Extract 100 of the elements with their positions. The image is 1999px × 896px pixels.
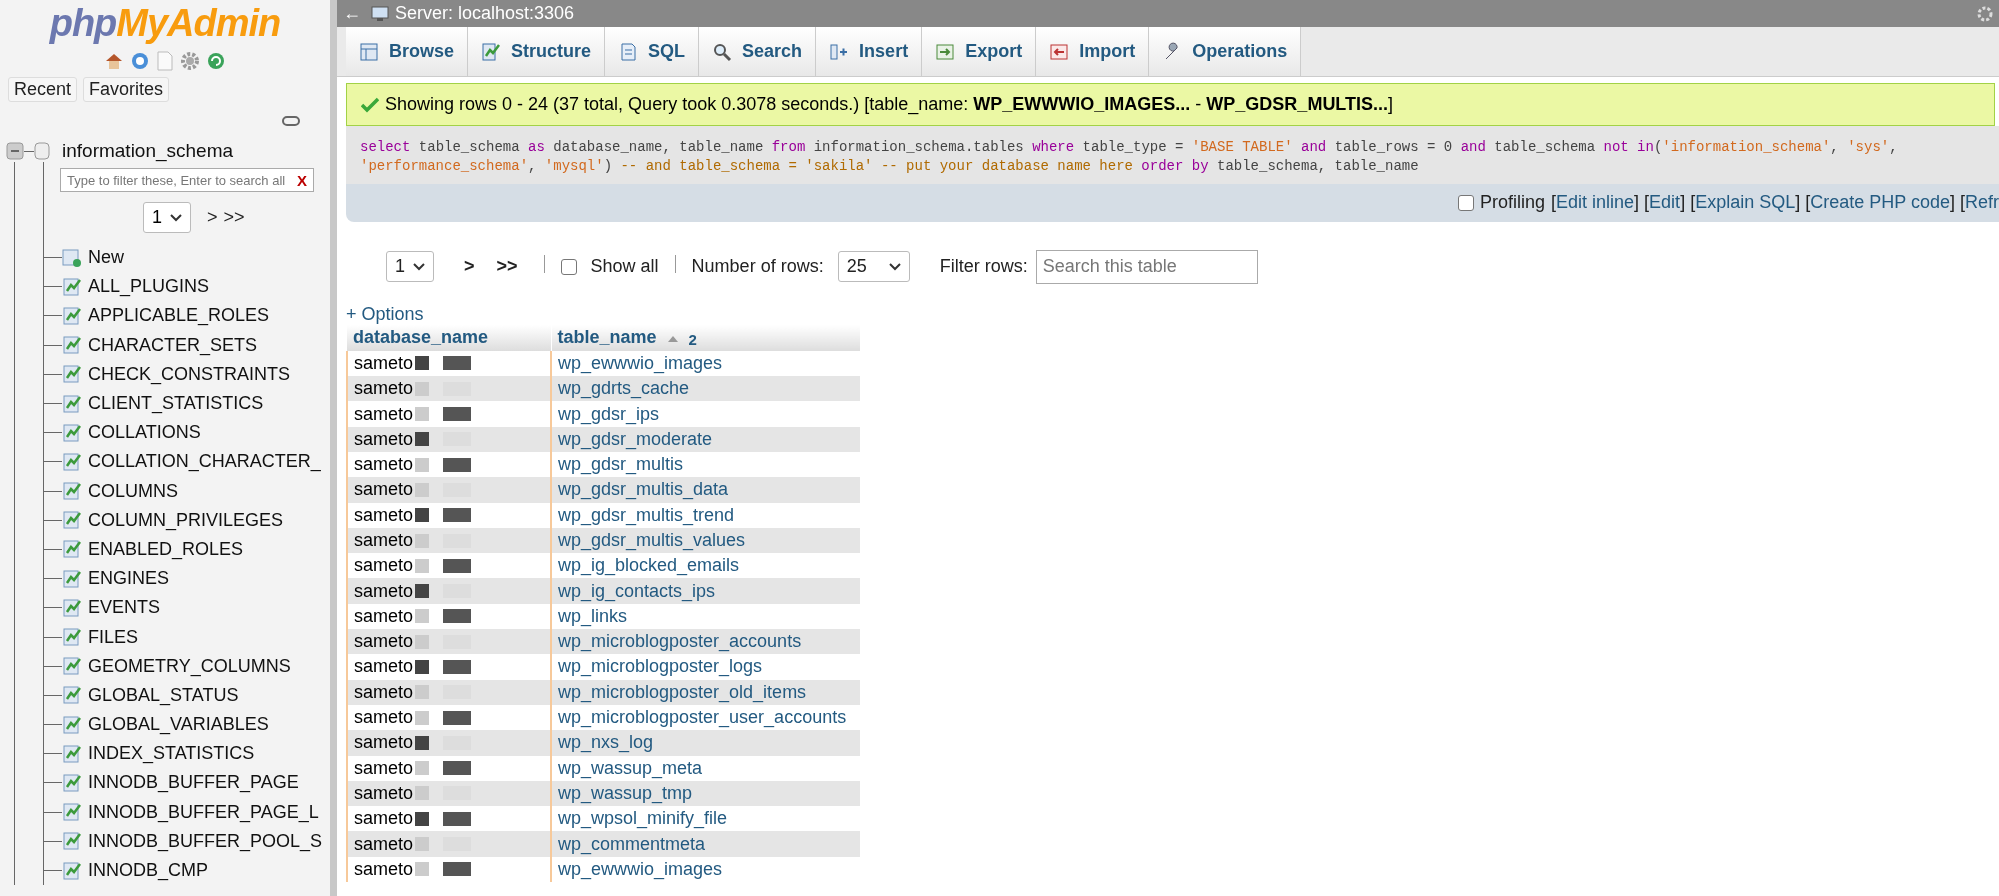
filter-field[interactable]: Type to filter these, Enter to search all X <box>60 168 314 192</box>
tab[interactable]: Insert <box>816 27 923 76</box>
tab[interactable]: SQL <box>605 27 700 76</box>
profiling-checkbox[interactable] <box>1458 194 1474 211</box>
table-link[interactable]: wp_gdrts_cache <box>551 376 860 402</box>
checkmark-icon <box>361 96 379 113</box>
action-link[interactable]: Create PHP code <box>1810 192 1950 214</box>
table-link[interactable]: CLIENT_STATISTICS <box>88 393 264 415</box>
table-link[interactable]: GLOBAL_STATUS <box>88 684 239 706</box>
table-link[interactable]: wp_microblogposter_accounts <box>551 629 860 655</box>
action-link[interactable]: Explain SQL <box>1695 192 1796 214</box>
table-link[interactable]: INNODB_CMP <box>88 860 208 882</box>
table-link[interactable]: wp_wassup_meta <box>551 755 860 781</box>
action-link[interactable]: Refr <box>1965 192 1999 214</box>
reload-icon[interactable] <box>206 51 226 71</box>
table-link[interactable]: wp_gdsr_multis_trend <box>551 502 860 528</box>
column-header[interactable]: database_name <box>347 324 551 351</box>
back-button[interactable]: ← <box>343 3 361 24</box>
bracket-text: ] [ <box>1680 192 1696 214</box>
help-icon[interactable] <box>130 51 150 71</box>
settings-icon[interactable] <box>180 51 200 71</box>
table-link[interactable]: wp_gdsr_multis_data <box>551 477 860 503</box>
tab[interactable]: Import <box>1036 27 1150 76</box>
table-link[interactable]: wp_ig_contacts_ips <box>551 578 860 604</box>
pixelated-redaction <box>415 482 472 497</box>
table-link[interactable]: wp_gdsr_moderate <box>551 426 860 452</box>
table-link[interactable]: APPLICABLE_ROLES <box>88 305 270 327</box>
tab[interactable]: Structure <box>468 27 606 76</box>
table-link[interactable]: EVENTS <box>88 597 161 619</box>
next-page-link[interactable]: > <box>207 207 218 228</box>
table-cell: sameto <box>354 428 414 450</box>
table-link[interactable]: ENGINES <box>88 568 170 590</box>
table-icon <box>62 276 82 297</box>
tab[interactable]: Operations <box>1149 27 1302 76</box>
table-link[interactable]: GEOMETRY_COLUMNS <box>88 655 291 677</box>
table-link[interactable]: INNODB_BUFFER_PAGE <box>88 772 299 794</box>
profiling-label[interactable]: Profiling <box>1480 192 1545 214</box>
bracket-text: [ <box>1551 192 1557 214</box>
sql-query: select table_schema as database_name, table_name from information_schema.tables where table_type = 'BASE TABLE' and table_rows = 0 and table_schema not in('information_schema', 'sys', 'performance_schema', 'mysql') -- and table_schema = 'sakila' -- put your database name here order by table_schema, table_name <box>346 126 1999 184</box>
table-link[interactable]: COLLATION_CHARACTER_ <box>88 451 321 473</box>
database-icon <box>34 141 50 161</box>
rows-select[interactable]: 25 <box>837 251 910 283</box>
table-link[interactable]: INNODB_BUFFER_PAGE_L <box>88 801 319 823</box>
sidebar-tab-button[interactable]: Recent <box>8 77 78 102</box>
table-link[interactable]: wp_gdsr_multis_values <box>551 527 860 554</box>
table-link[interactable]: wp_links <box>551 603 860 630</box>
server-title[interactable]: Server: localhost:3306 <box>395 3 575 24</box>
table-link[interactable]: ENABLED_ROLES <box>88 538 244 560</box>
page-select[interactable]: 1 <box>386 251 434 283</box>
last-page-link[interactable]: >> <box>223 207 245 228</box>
last-page-link[interactable]: >> <box>496 256 518 278</box>
table-cell: sameto <box>354 833 414 855</box>
table-link[interactable]: New <box>88 247 124 269</box>
page-select[interactable]: 1 <box>143 202 191 233</box>
table-link[interactable]: CHARACTER_SETS <box>88 334 258 356</box>
table-link[interactable]: COLUMNS <box>88 480 178 502</box>
table-link[interactable]: wp_wassup_tmp <box>551 780 860 807</box>
show-all-checkbox[interactable] <box>560 258 577 275</box>
chevron-down-icon <box>170 213 182 222</box>
table-link[interactable]: CHECK_CONSTRAINTS <box>88 363 291 385</box>
table-cell: sameto <box>354 808 414 830</box>
database-name[interactable]: information_schema <box>62 140 234 162</box>
table-link[interactable]: GLOBAL_VARIABLES <box>88 714 269 736</box>
collapse-icon[interactable] <box>6 142 24 160</box>
pixelated-redaction <box>415 407 472 421</box>
table-link[interactable]: wp_microblogposter_old_items <box>551 679 860 705</box>
tab[interactable]: Browse <box>346 27 469 76</box>
table-link[interactable]: COLLATIONS <box>88 422 201 444</box>
table-icon <box>62 305 82 326</box>
table-link[interactable]: wp_microblogposter_user_accounts <box>551 704 860 731</box>
table-link[interactable]: INDEX_STATISTICS <box>88 743 255 765</box>
table-link[interactable]: wp_microblogposter_logs <box>551 654 860 680</box>
export-icon <box>935 41 956 62</box>
table-link[interactable]: INNODB_BUFFER_POOL_S <box>88 830 323 852</box>
link-icon[interactable] <box>282 116 300 126</box>
show-all-label[interactable]: Show all <box>590 256 659 278</box>
table-icon <box>62 802 82 823</box>
table-link[interactable]: COLUMN_PRIVILEGES <box>88 509 284 531</box>
table-link[interactable]: wp_ewwwio_images <box>551 856 860 882</box>
pixelated-redaction <box>415 710 472 725</box>
table-link[interactable]: FILES <box>88 626 139 648</box>
next-page-link[interactable]: > <box>464 256 475 278</box>
table-link[interactable]: wp_ig_blocked_emails <box>551 553 860 579</box>
table-link[interactable]: wp_commentmeta <box>551 831 860 857</box>
table-link[interactable]: wp_gdsr_ips <box>551 401 860 427</box>
tab[interactable]: Search <box>699 27 817 76</box>
tab[interactable]: Export <box>922 27 1037 76</box>
table-link[interactable]: wp_ewwwio_images <box>551 350 860 377</box>
table-icon <box>62 627 82 648</box>
table-link[interactable]: wp_nxs_log <box>551 730 860 756</box>
table-link[interactable]: ALL_PLUGINS <box>88 276 210 298</box>
action-link[interactable]: Edit inline <box>1556 192 1635 214</box>
table-cell: sameto <box>354 732 414 754</box>
options-link[interactable]: + Options <box>346 303 424 324</box>
action-link[interactable]: Edit <box>1649 192 1681 214</box>
table-link[interactable]: wp_gdsr_multis <box>551 451 860 478</box>
sidebar-tab-button[interactable]: Favorites <box>83 77 170 102</box>
home-icon[interactable] <box>104 51 124 71</box>
filter-rows-field[interactable]: Search this table <box>1035 249 1258 284</box>
table-link[interactable]: wp_wpsol_minify_file <box>551 806 860 832</box>
